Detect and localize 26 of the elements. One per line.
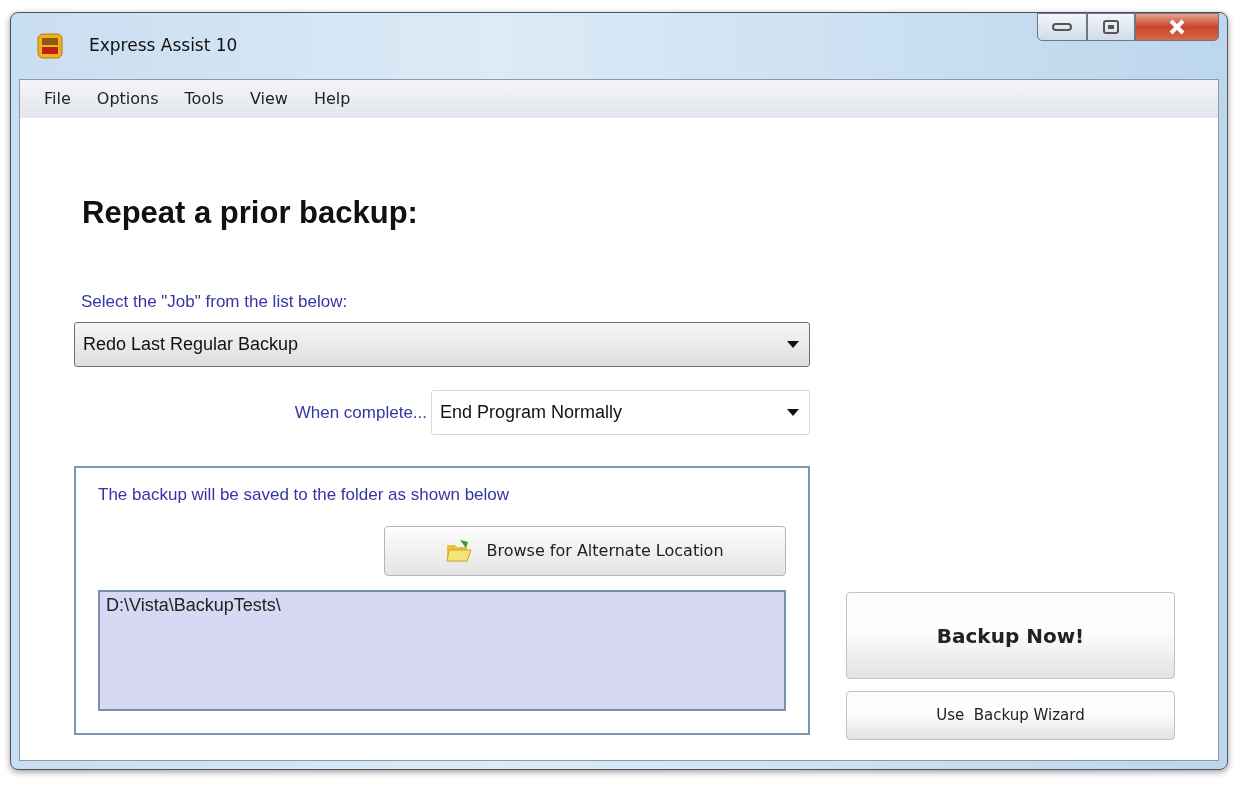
app-icon: [37, 33, 63, 59]
minimize-icon: [1051, 22, 1073, 32]
window-title: Express Assist 10: [89, 34, 238, 58]
when-complete-label: When complete...: [294, 401, 427, 424]
path-field[interactable]: D:\Vista\BackupTests\: [98, 589, 786, 711]
caret-icon: [787, 408, 799, 417]
wizard-button[interactable]: Use Backup Wizard: [846, 691, 1175, 740]
close-button[interactable]: [1135, 13, 1219, 41]
menu-item[interactable]: View: [249, 87, 288, 111]
minimize-button[interactable]: [1037, 13, 1087, 41]
menu-item[interactable]: Tools: [184, 87, 224, 111]
job-label: Select the "Job" from the list below:: [81, 290, 349, 313]
menu-item[interactable]: Help: [313, 87, 351, 111]
menu-item[interactable]: File: [44, 87, 71, 111]
browse-button[interactable]: Browse for Alternate Location: [384, 525, 786, 576]
menu-item[interactable]: Options: [96, 87, 159, 111]
maximize-icon: [1102, 19, 1120, 35]
close-icon: [1168, 19, 1186, 35]
job-dropdown[interactable]: Redo Last Regular Backup: [74, 322, 810, 367]
page-heading: Repeat a prior backup:: [82, 194, 419, 232]
backup-now-button[interactable]: Backup Now!: [846, 592, 1175, 679]
caret-icon: [787, 340, 799, 349]
when-complete-dropdown[interactable]: End Program Normally: [431, 390, 810, 435]
maximize-button[interactable]: [1087, 13, 1135, 41]
destination-caption: The backup will be saved to the folder as shown below: [98, 484, 511, 506]
folder-icon: [446, 538, 473, 563]
